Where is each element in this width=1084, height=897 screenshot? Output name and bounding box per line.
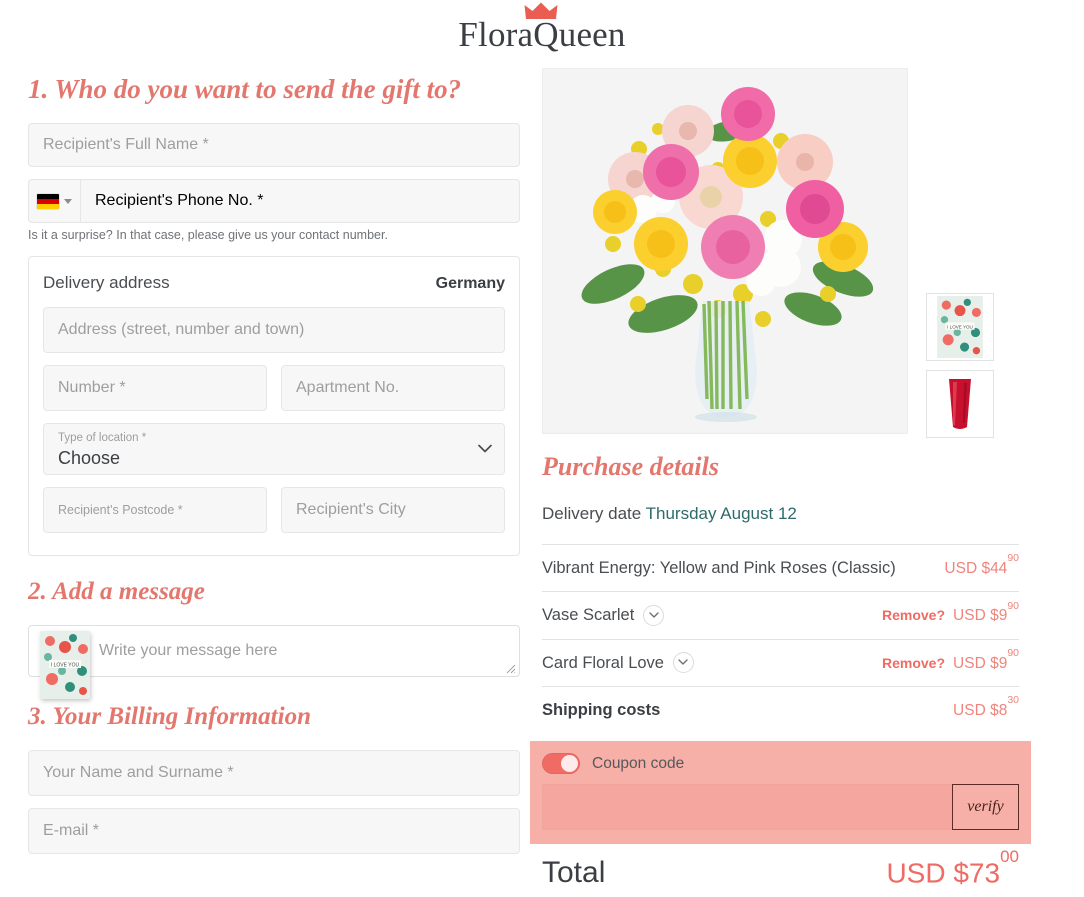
billing-email-input[interactable]: E-mail * <box>28 807 520 854</box>
shipping-costs-row: Shipping costs USD $830 <box>542 685 1019 733</box>
message-textarea[interactable]: Write your message here <box>28 624 520 677</box>
order-item-name: Vase Scarlet <box>542 606 635 625</box>
recipient-phone-row: Recipient's Phone No. * <box>28 179 520 224</box>
crown-icon <box>524 2 558 19</box>
caret-down-icon <box>64 198 72 204</box>
order-item-name: Vibrant Energy: Yellow and Pink Roses (C… <box>542 559 896 577</box>
bouquet-image <box>543 69 907 433</box>
checkout-form-column: 1. Who do you want to send the gift to? … <box>28 68 520 897</box>
floral-card-icon: I LOVE YOU <box>937 296 983 358</box>
delivery-address-title: Delivery address <box>43 273 170 293</box>
address-apartment-input[interactable]: Apartment No. <box>281 365 505 412</box>
chevron-down-icon <box>478 444 492 453</box>
coupon-code-input[interactable] <box>542 784 952 831</box>
coupon-input-row: verify <box>542 784 1019 831</box>
expand-vase-button[interactable] <box>643 604 665 626</box>
order-item-name-group: Vase Scarlet <box>542 604 665 626</box>
coupon-section: Coupon code verify <box>530 741 1031 845</box>
order-item-row: Vase Scarlet Remove? USD $990 <box>542 591 1019 638</box>
total-price: USD $7300 <box>886 847 1019 889</box>
order-item-price-group: Remove? USD $990 <box>882 646 1019 673</box>
address-number-placeholder: Number * <box>58 379 126 397</box>
shipping-costs-label: Shipping costs <box>542 700 661 719</box>
thumbnail-card-floral-love[interactable]: I LOVE YOU <box>926 293 994 361</box>
order-item-name: Card Floral Love <box>542 653 664 672</box>
svg-text:I LOVE YOU: I LOVE YOU <box>51 662 80 668</box>
chevron-down-icon <box>649 612 659 618</box>
recipient-phone-input[interactable]: Recipient's Phone No. * <box>81 180 519 222</box>
delivery-address-card: Delivery address Germany Address (street… <box>28 256 520 557</box>
site-header: FloraQueen <box>0 0 1084 68</box>
delivery-date-value: Thursday August 12 <box>645 504 797 523</box>
product-hero-image[interactable] <box>542 68 908 434</box>
order-item-name-group: Card Floral Love <box>542 652 694 674</box>
delivery-date-label: Delivery date <box>542 504 642 523</box>
country-code-selector[interactable] <box>29 180 81 223</box>
order-item-row: Card Floral Love Remove? USD $990 <box>542 638 1019 686</box>
order-item-price: USD $990 <box>953 599 1019 625</box>
order-summary-column: I LOVE YOU Purchase details Delivery dat… <box>530 68 1042 897</box>
location-type-label: Type of location * <box>58 432 147 445</box>
order-item-row: Vibrant Energy: Yellow and Pink Roses (C… <box>542 544 1019 591</box>
order-item-price: USD $4490 <box>944 552 1019 578</box>
section-1-heading: 1. Who do you want to send the gift to? <box>28 74 462 104</box>
floraqueen-logo[interactable]: FloraQueen <box>458 2 626 54</box>
postcode-placeholder: Recipient's Postcode * <box>58 503 183 518</box>
total-label: Total <box>542 856 606 890</box>
scarlet-vase-icon <box>949 379 971 429</box>
section-3-heading: 3. Your Billing Information <box>28 702 311 730</box>
delivery-date-line: Delivery date Thursday August 12 <box>542 504 1019 524</box>
recipient-phone-placeholder: Recipient's Phone No. * <box>95 192 264 210</box>
expand-card-button[interactable] <box>672 652 694 674</box>
coupon-toggle[interactable] <box>542 753 580 775</box>
billing-email-placeholder: E-mail * <box>43 821 100 839</box>
city-placeholder: Recipient's City <box>296 501 406 519</box>
coupon-header: Coupon code <box>542 753 1019 775</box>
address-number-input[interactable]: Number * <box>43 365 267 412</box>
delivery-country-value: Germany <box>435 275 505 293</box>
chevron-down-icon <box>678 659 689 665</box>
thumbnail-list: I LOVE YOU <box>926 68 994 438</box>
city-input[interactable]: Recipient's City <box>281 487 505 534</box>
address-number-row: Number * Apartment No. <box>43 365 505 423</box>
verify-coupon-button[interactable]: verify <box>952 784 1019 831</box>
thumbnail-vase-scarlet[interactable] <box>926 370 994 438</box>
checkout-page: FloraQueen 1. Who do you want to send th… <box>0 0 1084 897</box>
location-type-value: Choose <box>58 447 121 468</box>
section-2-heading: 2. Add a message <box>28 578 205 606</box>
shipping-price: USD $830 <box>953 694 1019 719</box>
address-postcode-row: Recipient's Postcode * Recipient's City <box>43 487 505 545</box>
recipient-name-placeholder: Recipient's Full Name * <box>43 136 209 154</box>
message-placeholder: Write your message here <box>99 641 278 659</box>
billing-name-placeholder: Your Name and Surname * <box>43 763 234 781</box>
order-item-price-group: USD $4490 <box>944 552 1019 578</box>
location-type-select[interactable]: Type of location * Choose <box>43 423 505 476</box>
order-item-price: USD $990 <box>953 646 1019 672</box>
billing-name-input[interactable]: Your Name and Surname * <box>28 749 520 796</box>
resize-grip-icon[interactable] <box>506 664 516 674</box>
address-apartment-placeholder: Apartment No. <box>296 379 400 397</box>
floral-card-thumbnail-icon[interactable]: I LOVE YOU <box>40 630 90 699</box>
recipient-name-input[interactable]: Recipient's Full Name * <box>28 123 520 168</box>
address-street-input[interactable]: Address (street, number and town) <box>43 307 505 354</box>
logo-text-flora: Flora <box>458 14 534 54</box>
flag-germany-icon <box>37 193 59 209</box>
logo-text-queen: Queen <box>533 14 626 54</box>
purchase-details-panel: Purchase details Delivery date Thursday … <box>530 452 1031 897</box>
delivery-address-header: Delivery address Germany <box>43 273 505 293</box>
svg-text:I LOVE YOU: I LOVE YOU <box>947 324 973 329</box>
address-street-placeholder: Address (street, number and town) <box>58 321 305 339</box>
product-gallery: I LOVE YOU <box>542 68 1042 438</box>
purchase-details-heading: Purchase details <box>542 452 719 481</box>
coupon-label: Coupon code <box>592 754 685 772</box>
total-row: Total USD $7300 <box>542 844 1019 897</box>
remove-vase-link[interactable]: Remove? <box>882 607 945 623</box>
remove-card-link[interactable]: Remove? <box>882 655 945 671</box>
shipping-price-group: USD $830 <box>953 694 1019 720</box>
order-item-price-group: Remove? USD $990 <box>882 599 1019 625</box>
surprise-hint: Is it a surprise? In that case, please g… <box>28 228 388 243</box>
postcode-input[interactable]: Recipient's Postcode * <box>43 487 267 534</box>
message-area: I LOVE YOU Write your message here <box>28 624 520 699</box>
